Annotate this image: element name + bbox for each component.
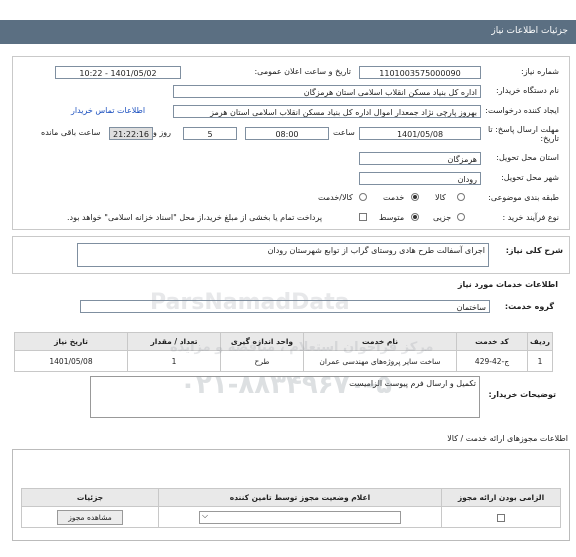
process-label: نوع فرآیند خرید : [502, 213, 559, 222]
category-radio-goods-service[interactable] [359, 193, 367, 201]
need-description-field[interactable]: اجرای آسفالت طرح هادی روستای گراب از توا… [77, 243, 489, 267]
permits-table: الزامی بودن ارائه مجوز اعلام وضعیت مجوز … [21, 488, 561, 528]
need-number-label: شماره نیاز: [521, 67, 559, 76]
days-label: روز و [153, 128, 171, 137]
permits-table-header: الزامی بودن ارائه مجوز اعلام وضعیت مجوز … [21, 488, 561, 507]
city-field[interactable]: رودان [359, 172, 481, 185]
col-need-date: تاریخ نیاز [14, 332, 128, 351]
page-title: جزئیات اطلاعات نیاز [491, 26, 568, 36]
col-permit-details: جزئیات [21, 488, 159, 507]
watermark-tagline: مرکز فراخوان استعلام ، مناقصه و مزایده [170, 340, 434, 355]
cell-need-date: 1401/05/08 [14, 350, 128, 372]
province-label: استان محل تحویل: [496, 153, 559, 162]
province-field[interactable]: هرمزگان [359, 152, 481, 165]
category-option-goods: کالا [435, 193, 446, 202]
cell-row-number: 1 [527, 350, 553, 372]
process-radio-medium[interactable] [411, 213, 419, 221]
city-label: شهر محل تحویل: [501, 173, 559, 182]
permit-details-cell: مشاهده مجوز [21, 506, 159, 528]
process-option-medium: متوسط [379, 213, 405, 222]
col-service-code: کد خدمت [456, 332, 528, 351]
watermark-phone: ۰۲۱-۸۸۳۴۹۶۷۰-۵ [180, 370, 393, 400]
service-group-label: گروه خدمت: [504, 302, 554, 311]
page-header: جزئیات اطلاعات نیاز [0, 20, 576, 44]
permits-panel: الزامی بودن ارائه مجوز اعلام وضعیت مجوز … [12, 449, 570, 541]
process-radio-minor[interactable] [457, 213, 465, 221]
need-number-field[interactable]: 1101003575000090 [359, 66, 481, 79]
treasury-payment-checkbox[interactable] [359, 213, 367, 221]
buyer-label: نام دستگاه خریدار: [496, 86, 559, 95]
remaining-time-field: 21:22:16 [109, 127, 153, 140]
cell-service-code: ج-42-429 [456, 350, 528, 372]
remaining-label: ساعت باقی مانده [41, 128, 101, 137]
permit-required-checkbox[interactable] [497, 513, 505, 522]
table-row: ⌵ مشاهده مجوز [21, 506, 561, 528]
announce-date-label: تاریخ و ساعت اعلان عمومی: [254, 67, 351, 76]
need-description-panel: شرح کلی نیاز: اجرای آسفالت طرح هادی روست… [12, 236, 570, 274]
creator-field[interactable]: بهروز پارچی نژاد جمعدار اموال اداره کل ب… [173, 105, 481, 118]
permit-required-cell [441, 506, 561, 528]
category-option-goods-service: کالا/خدمت [318, 193, 353, 202]
category-radio-goods[interactable] [457, 193, 465, 201]
deadline-time-field[interactable]: 08:00 [245, 127, 329, 140]
chevron-down-icon: ⌵ [202, 510, 209, 520]
need-info-panel: شماره نیاز: 1101003575000090 تاریخ و ساع… [12, 56, 570, 230]
deadline-label: مهلت ارسال پاسخ: تا تاریخ: [487, 125, 559, 143]
permits-section-title: اطلاعات مجوزهای ارائه خدمت / کالا [447, 434, 568, 443]
time-label: ساعت [333, 128, 355, 137]
permit-status-cell: ⌵ [158, 506, 442, 528]
creator-label: ایجاد کننده درخواست: [485, 106, 559, 115]
col-row-number: ردیف [527, 332, 553, 351]
treasury-payment-text: پرداخت تمام یا بخشی از مبلغ خرید،از محل … [67, 213, 323, 222]
category-option-service: خدمت [383, 193, 405, 202]
buyer-notes-label: توضیحات خریدار: [488, 390, 556, 399]
watermark-brand: ParsNamadData [150, 290, 350, 315]
category-radio-service[interactable] [411, 193, 419, 201]
buyer-contact-link[interactable]: اطلاعات تماس خریدار [71, 106, 145, 115]
need-description-label: شرح کلی نیاز: [505, 246, 563, 255]
days-field[interactable]: 5 [183, 127, 237, 140]
announce-date-field[interactable]: 1401/05/02 - 10:22 [55, 66, 181, 79]
process-option-minor: جزیی [433, 213, 452, 222]
buyer-field[interactable]: اداره کل بنیاد مسکن انقلاب اسلامی استان … [173, 85, 481, 98]
col-permit-required: الزامی بودن ارائه مجوز [441, 488, 561, 507]
view-permit-button[interactable]: مشاهده مجوز [57, 509, 123, 525]
deadline-date-field[interactable]: 1401/05/08 [359, 127, 481, 140]
permit-status-select[interactable]: ⌵ [199, 510, 401, 524]
category-label: طبقه بندی موضوعی: [488, 193, 559, 202]
services-section-title: اطلاعات خدمات مورد نیاز [457, 280, 558, 289]
col-permit-status: اعلام وضعیت مجوز توسط تامین کننده [158, 488, 442, 507]
